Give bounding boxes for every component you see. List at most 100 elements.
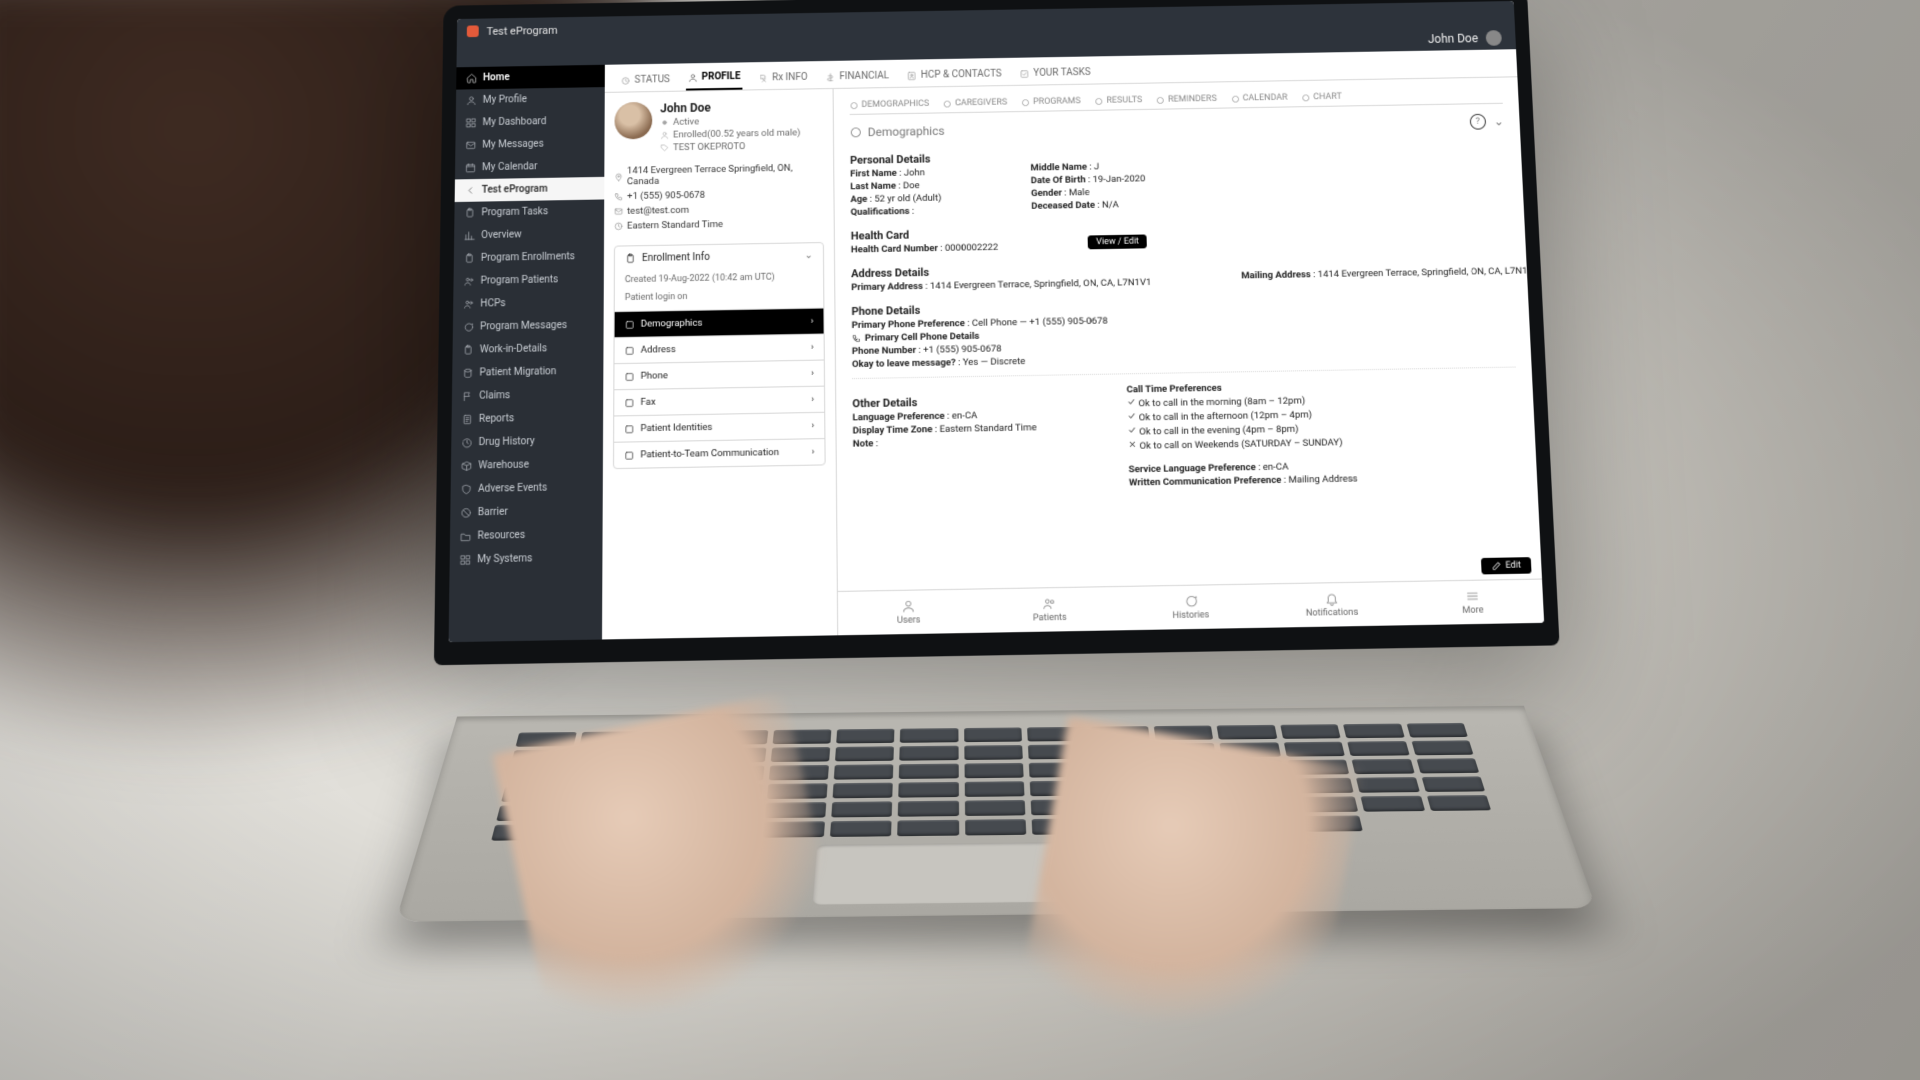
item-icon: [625, 345, 635, 355]
sidebar-item-work-in-details[interactable]: Work-in-Details: [452, 336, 603, 362]
sidebar-item-claims[interactable]: Claims: [452, 382, 604, 408]
subtab-calendar[interactable]: CALENDAR: [1231, 93, 1288, 104]
sidebar-item-my-messages[interactable]: My Messages: [455, 132, 604, 157]
tab-financial[interactable]: FINANCIAL: [823, 65, 891, 88]
subtab-icon: [1231, 94, 1240, 103]
patient-address: 1414 Evergreen Terrace Springfield, ON, …: [627, 162, 823, 187]
ban-icon: [460, 507, 471, 518]
phone-number-label: Phone Number: [852, 345, 916, 357]
subtab-demographics[interactable]: DEMOGRAPHICS: [850, 99, 930, 110]
sidebar-item-my-profile[interactable]: My Profile: [456, 87, 605, 112]
bottomnav-patients[interactable]: Patients: [979, 587, 1121, 633]
sidebar-item-label: Patient Migration: [479, 366, 556, 378]
sidebar-item-label: My Systems: [477, 553, 532, 565]
sidebar-section-label: Test eProgram: [482, 184, 548, 196]
kv-row: Note :: [853, 435, 1037, 449]
panel-item-patient-identities[interactable]: Patient Identities›: [614, 412, 824, 442]
chat-icon: [1183, 594, 1198, 609]
bottomnav-more[interactable]: More: [1401, 580, 1544, 626]
sidebar-item-hcps[interactable]: HCPs: [453, 290, 604, 316]
subtab-chart[interactable]: CHART: [1301, 92, 1342, 102]
panel-item-demographics[interactable]: Demographics›: [615, 308, 824, 338]
panel-item-fax[interactable]: Fax›: [614, 386, 824, 416]
help-icon[interactable]: ?: [1470, 114, 1487, 130]
sidebar-item-adverse-events[interactable]: Adverse Events: [451, 475, 603, 501]
subtab-programs[interactable]: PROGRAMS: [1021, 96, 1081, 107]
kv-value: en-CA: [1263, 461, 1289, 473]
calltime-text: Ok to call in the morning (8am – 12pm): [1138, 395, 1305, 409]
kv-row: Last Name : Doe: [850, 180, 941, 192]
sidebar-item-resources[interactable]: Resources: [450, 522, 603, 548]
calltime-text: Ok to call on Weekends (SATURDAY – SUNDA…: [1139, 437, 1342, 452]
avatar-icon[interactable]: [1486, 30, 1503, 46]
sidebar-item-barrier[interactable]: Barrier: [450, 499, 603, 525]
tab-your-tasks[interactable]: YOUR TASKS: [1017, 61, 1093, 85]
bottom-nav: UsersPatients Histories NotificationsMore: [838, 579, 1544, 636]
bottomnav-users[interactable]: Users: [838, 589, 980, 635]
sidebar-item-program-patients[interactable]: Program Patients: [453, 268, 603, 293]
bottomnav-label: Histories: [1172, 610, 1209, 621]
sidebar-item-label: HCPs: [480, 298, 505, 309]
calltime-row: Ok to call in the morning (8am – 12pm): [1127, 393, 1355, 409]
kv-value: Mailing Address: [1288, 473, 1357, 485]
subtab-caregivers[interactable]: CAREGIVERS: [943, 98, 1007, 109]
sidebar-item-warehouse[interactable]: Warehouse: [451, 452, 603, 478]
primary-address-label: Primary Address: [851, 281, 923, 293]
patient-name: John Doe: [660, 99, 800, 115]
subtab-reminders[interactable]: REMINDERS: [1156, 94, 1217, 105]
sidebar-item-my-dashboard[interactable]: My Dashboard: [456, 109, 605, 134]
sidebar-item-label: My Calendar: [482, 161, 537, 173]
edit-button[interactable]: Edit: [1481, 557, 1532, 574]
kv-value: Doe: [903, 180, 920, 191]
phone-icon: [614, 192, 623, 201]
subtab-results[interactable]: RESULTS: [1094, 95, 1142, 106]
subtab-label: RESULTS: [1106, 95, 1142, 105]
enrollment-panel-header[interactable]: Enrollment Info ⌄: [615, 243, 823, 271]
subtab-label: REMINDERS: [1168, 94, 1217, 105]
sidebar-item-program-enrollments[interactable]: Program Enrollments: [454, 245, 604, 270]
sidebar-item-program-tasks[interactable]: Program Tasks: [454, 199, 604, 224]
sidebar-item-label: Program Messages: [480, 320, 567, 332]
kv-value: N/A: [1102, 199, 1119, 210]
health-card-number-label: Health Card Number: [851, 243, 938, 255]
calendar-icon: [465, 162, 476, 173]
sidebar-item-reports[interactable]: Reports: [451, 406, 603, 432]
sidebar-section-header[interactable]: Test eProgram: [455, 177, 605, 202]
tab-rx-info[interactable]: Rx INFO: [756, 66, 809, 89]
tab-status[interactable]: STATUS: [619, 68, 672, 91]
primary-address-value: 1414 Evergreen Terrace, Springfield, ON,…: [930, 277, 1152, 292]
chevron-down-icon[interactable]: ⌄: [1493, 114, 1504, 128]
check-icon: [1127, 411, 1136, 420]
tab-hcp-contacts[interactable]: HCP & CONTACTS: [905, 63, 1004, 87]
check-icon: [1127, 426, 1136, 435]
mailing-address-label: Mailing Address: [1241, 269, 1311, 281]
sidebar-item-patient-migration[interactable]: Patient Migration: [452, 359, 603, 385]
sidebar-item-drug-history[interactable]: Drug History: [451, 429, 603, 455]
home-icon: [466, 73, 477, 84]
kv-key: Deceased Date: [1031, 200, 1095, 212]
leave-msg-value: Yes — Discrete: [963, 356, 1026, 368]
call-times-title: Call Time Preferences: [1126, 383, 1221, 396]
sidebar-home[interactable]: Home: [456, 65, 605, 90]
panel-item-label: Patient Identities: [640, 422, 712, 434]
sidebar-item-my-systems[interactable]: My Systems: [450, 546, 603, 572]
patient-timezone: Eastern Standard Time: [627, 219, 723, 232]
sidebar-item-overview[interactable]: Overview: [454, 222, 604, 247]
chart-icon: [464, 230, 475, 241]
health-card-header: Health Card: [851, 227, 998, 242]
bottomnav-notifications[interactable]: Notifications: [1260, 582, 1403, 628]
panel-item-address[interactable]: Address›: [614, 333, 823, 363]
panel-item-patient-to-team-communication[interactable]: Patient-to-Team Communication›: [614, 438, 825, 468]
bottomnav-histories[interactable]: Histories: [1120, 585, 1262, 631]
calltime-text: Ok to call in the afternoon (12pm – 4pm): [1139, 409, 1313, 423]
tab-profile[interactable]: PROFILE: [686, 65, 743, 90]
history-icon: [461, 437, 472, 448]
sidebar-item-my-calendar[interactable]: My Calendar: [455, 154, 604, 179]
user-icon: [901, 599, 915, 614]
kv-row: First Name : John: [850, 167, 941, 179]
grid-icon: [466, 117, 477, 128]
clipboard-icon: [463, 345, 474, 356]
panel-item-phone[interactable]: Phone›: [614, 360, 824, 390]
sidebar-item-program-messages[interactable]: Program Messages: [453, 313, 604, 339]
view-edit-button[interactable]: View / Edit: [1088, 234, 1147, 249]
